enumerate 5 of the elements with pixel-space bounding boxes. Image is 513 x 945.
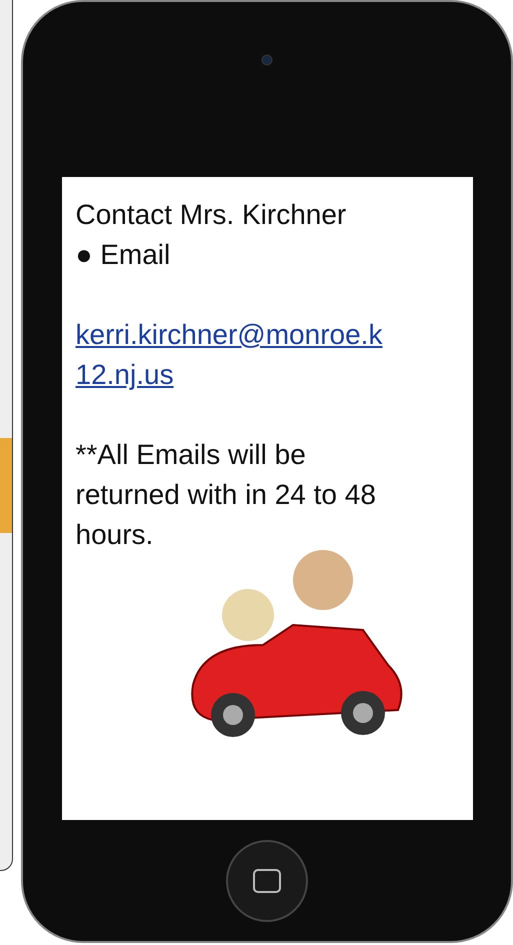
contact-title: Contact Mrs. Kirchner — [76, 198, 348, 232]
note-text: **All Emails will be returned with in 24 to 48 hours. — [76, 438, 377, 552]
camera-icon — [261, 54, 273, 66]
email-bullet-item: ● Email — [76, 238, 172, 272]
email-link[interactable]: kerri.kirchner@monroe.k12.nj.us — [76, 315, 390, 395]
